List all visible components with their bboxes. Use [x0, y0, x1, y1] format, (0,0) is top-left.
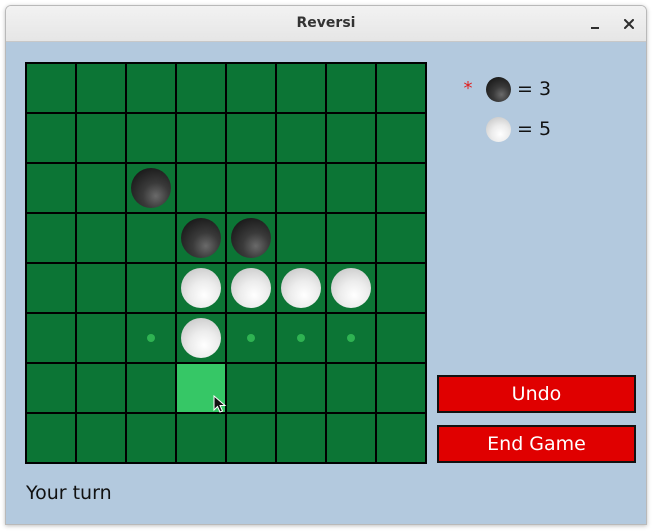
- status-text: Your turn: [26, 482, 112, 504]
- board-cell-2-1[interactable]: [77, 164, 125, 212]
- board-cell-1-7[interactable]: [377, 114, 425, 162]
- board-cell-0-5[interactable]: [277, 64, 325, 112]
- board-cell-3-7[interactable]: [377, 214, 425, 262]
- board-cell-3-6[interactable]: [327, 214, 375, 262]
- board-cell-1-0[interactable]: [27, 114, 75, 162]
- valid-move-hint: [147, 334, 155, 342]
- board-cell-1-5[interactable]: [277, 114, 325, 162]
- board-cell-5-1[interactable]: [77, 314, 125, 362]
- board-cell-7-4[interactable]: [227, 414, 275, 462]
- board-cell-0-0[interactable]: [27, 64, 75, 112]
- board-cell-7-2[interactable]: [127, 414, 175, 462]
- board-cell-7-3[interactable]: [177, 414, 225, 462]
- board-cell-3-4[interactable]: [227, 214, 275, 262]
- board-cell-5-3[interactable]: [177, 314, 225, 362]
- board-cell-3-2[interactable]: [127, 214, 175, 262]
- board-cell-2-4[interactable]: [227, 164, 275, 212]
- board-cell-0-4[interactable]: [227, 64, 275, 112]
- board-cell-6-7[interactable]: [377, 364, 425, 412]
- black-disc: [181, 218, 221, 258]
- app-window: Reversi * = 3 = 5 Undo End Game Your tur…: [5, 5, 647, 525]
- close-icon: [624, 19, 634, 29]
- board-cell-1-3[interactable]: [177, 114, 225, 162]
- board-cell-5-7[interactable]: [377, 314, 425, 362]
- white-disc: [231, 268, 271, 308]
- board-cell-1-2[interactable]: [127, 114, 175, 162]
- board-cell-5-4[interactable]: [227, 314, 275, 362]
- black-score-value: = 3: [517, 78, 552, 100]
- board-cell-2-2[interactable]: [127, 164, 175, 212]
- board-cell-7-7[interactable]: [377, 414, 425, 462]
- window-title: Reversi: [296, 15, 356, 31]
- valid-move-hint: [297, 334, 305, 342]
- board-cell-0-2[interactable]: [127, 64, 175, 112]
- board-cell-4-0[interactable]: [27, 264, 75, 312]
- board-cell-7-5[interactable]: [277, 414, 325, 462]
- board-cell-4-6[interactable]: [327, 264, 375, 312]
- board-cell-5-0[interactable]: [27, 314, 75, 362]
- board-cell-0-1[interactable]: [77, 64, 125, 112]
- board-cell-6-4[interactable]: [227, 364, 275, 412]
- board-cell-6-0[interactable]: [27, 364, 75, 412]
- board-cell-0-3[interactable]: [177, 64, 225, 112]
- board-cell-2-5[interactable]: [277, 164, 325, 212]
- end-game-button[interactable]: End Game: [437, 425, 636, 463]
- board-cell-2-7[interactable]: [377, 164, 425, 212]
- minimize-button[interactable]: [583, 12, 607, 36]
- board-cell-6-5[interactable]: [277, 364, 325, 412]
- turn-marker: *: [463, 78, 473, 99]
- close-button[interactable]: [617, 12, 641, 36]
- board-cell-0-7[interactable]: [377, 64, 425, 112]
- black-disc: [131, 168, 171, 208]
- minimize-icon: [591, 27, 599, 29]
- board-cell-4-3[interactable]: [177, 264, 225, 312]
- board-cell-1-4[interactable]: [227, 114, 275, 162]
- board-cell-3-0[interactable]: [27, 214, 75, 262]
- white-score: = 5: [458, 114, 551, 144]
- board-cell-7-1[interactable]: [77, 414, 125, 462]
- board-cell-4-2[interactable]: [127, 264, 175, 312]
- white-score-value: = 5: [517, 118, 552, 140]
- title-bar: Reversi: [6, 6, 646, 42]
- white-disc: [181, 268, 221, 308]
- board-cell-6-6[interactable]: [327, 364, 375, 412]
- board-cell-4-4[interactable]: [227, 264, 275, 312]
- board-cell-1-1[interactable]: [77, 114, 125, 162]
- white-disc-icon: [486, 116, 511, 142]
- undo-button[interactable]: Undo: [437, 375, 636, 413]
- board-cell-3-3[interactable]: [177, 214, 225, 262]
- white-disc: [281, 268, 321, 308]
- black-score: * = 3: [458, 74, 551, 104]
- board-cell-4-7[interactable]: [377, 264, 425, 312]
- board-cell-6-1[interactable]: [77, 364, 125, 412]
- board-cell-2-6[interactable]: [327, 164, 375, 212]
- board-cell-2-0[interactable]: [27, 164, 75, 212]
- board-cell-0-6[interactable]: [327, 64, 375, 112]
- board-cell-5-2[interactable]: [127, 314, 175, 362]
- board-cell-4-5[interactable]: [277, 264, 325, 312]
- board-cell-6-2[interactable]: [127, 364, 175, 412]
- board-cell-1-6[interactable]: [327, 114, 375, 162]
- black-disc-icon: [486, 76, 511, 102]
- board-cell-3-1[interactable]: [77, 214, 125, 262]
- white-disc: [331, 268, 371, 308]
- mouse-pointer-icon: [213, 395, 227, 413]
- valid-move-hint: [347, 334, 355, 342]
- board-cell-7-6[interactable]: [327, 414, 375, 462]
- board-cell-5-5[interactable]: [277, 314, 325, 362]
- board-cell-3-5[interactable]: [277, 214, 325, 262]
- board-cell-7-0[interactable]: [27, 414, 75, 462]
- board-cell-5-6[interactable]: [327, 314, 375, 362]
- valid-move-hint: [247, 334, 255, 342]
- black-disc: [231, 218, 271, 258]
- board-cell-2-3[interactable]: [177, 164, 225, 212]
- game-area: * = 3 = 5 Undo End Game Your turn: [6, 42, 646, 524]
- board-cell-4-1[interactable]: [77, 264, 125, 312]
- white-disc: [181, 318, 221, 358]
